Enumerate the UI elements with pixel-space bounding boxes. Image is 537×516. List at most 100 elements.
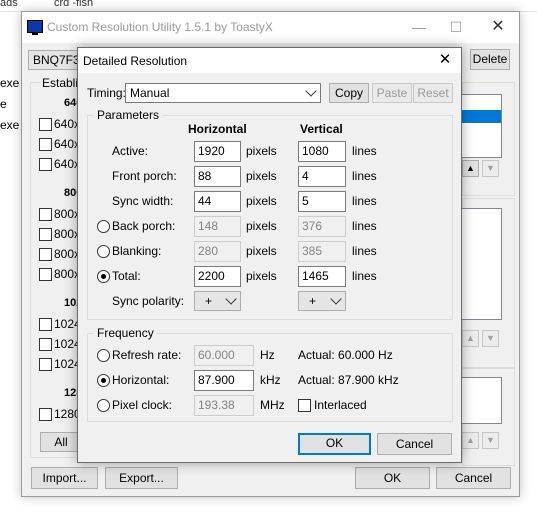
lines-unit: lines [352, 219, 377, 233]
minimize-icon[interactable]: — [405, 16, 433, 38]
total-vertical-input[interactable]: 1465 [298, 266, 346, 287]
active-label: Active: [112, 144, 149, 158]
blanking-radio[interactable] [97, 245, 110, 258]
timing-label: Timing: [87, 86, 126, 100]
lines-unit: lines [352, 144, 377, 158]
extension-list[interactable] [458, 377, 502, 424]
pixel-clock-radio[interactable] [97, 399, 110, 412]
copy-button[interactable]: Copy [329, 83, 369, 103]
back-porch-horizontal-input[interactable]: 148 [194, 216, 241, 237]
move-down-icon[interactable]: ▼ [482, 160, 499, 177]
close-icon[interactable]: ✕ [434, 50, 456, 70]
back-porch-radio[interactable] [97, 220, 110, 233]
move-up-icon[interactable]: ▲ [462, 432, 479, 449]
active-vertical-input[interactable]: 1080 [298, 141, 346, 162]
background-exe-2: e [0, 97, 7, 111]
move-down-icon[interactable]: ▼ [482, 330, 499, 347]
export-button[interactable]: Export... [105, 467, 178, 489]
pixels-unit: pixels [246, 169, 277, 183]
lines-unit: lines [352, 194, 377, 208]
background-exe-1: exe [0, 76, 20, 90]
dialog-ok-button[interactable]: OK [298, 433, 371, 455]
back-porch-vertical-input[interactable]: 376 [298, 216, 346, 237]
refresh-rate-actual: Actual: 60.000 Hz [298, 348, 393, 362]
horizontal-sync-polarity-value: + [205, 294, 213, 308]
pixels-unit: pixels [246, 194, 277, 208]
import-button[interactable]: Import... [31, 467, 98, 489]
horizontal-frequency-unit: kHz [260, 373, 281, 387]
res-checkbox[interactable] [39, 118, 52, 131]
res-checkbox[interactable] [39, 208, 52, 221]
res-checkbox[interactable] [39, 248, 52, 261]
res-checkbox[interactable] [39, 338, 52, 351]
sync-width-horizontal-input[interactable]: 44 [194, 191, 241, 212]
pixels-unit: pixels [246, 144, 277, 158]
move-up-icon[interactable]: ▲ [462, 330, 479, 347]
res-checkbox[interactable] [39, 268, 52, 281]
res-checkbox[interactable] [39, 318, 52, 331]
res-checkbox[interactable] [39, 138, 52, 151]
active-horizontal-input[interactable]: 1920 [194, 141, 241, 162]
refresh-rate-input[interactable]: 60.000 [194, 345, 254, 366]
total-radio[interactable] [97, 270, 110, 283]
pixel-clock-input[interactable]: 193.38 [194, 395, 254, 416]
blanking-horizontal-input[interactable]: 280 [194, 241, 241, 262]
close-icon[interactable]: ✕ [484, 16, 512, 38]
frequency-legend: Frequency [94, 326, 157, 340]
maximize-icon[interactable]: ☐ [442, 16, 470, 38]
interlaced-checkbox[interactable] [298, 399, 311, 412]
pixel-clock-label: Pixel clock: [112, 398, 173, 412]
chevron-down-icon [305, 85, 317, 97]
horizontal-frequency-radio[interactable] [97, 374, 110, 387]
reset-button[interactable]: Reset [413, 83, 453, 103]
move-up-icon[interactable]: ▲ [462, 160, 479, 177]
chevron-down-icon [225, 293, 237, 305]
lines-unit: lines [352, 244, 377, 258]
refresh-rate-radio[interactable] [97, 349, 110, 362]
front-porch-horizontal-input[interactable]: 88 [194, 166, 241, 187]
vertical-header: Vertical [300, 122, 343, 136]
pixels-unit: pixels [246, 269, 277, 283]
dialog-title: Detailed Resolution [83, 54, 188, 68]
total-horizontal-input[interactable]: 2200 [194, 266, 241, 287]
timing-select[interactable]: Manual [125, 83, 321, 103]
lines-unit: lines [352, 169, 377, 183]
front-porch-label: Front porch: [112, 169, 177, 183]
main-cancel-button[interactable]: Cancel [436, 467, 511, 489]
parameters-legend: Parameters [94, 108, 163, 122]
dialog-cancel-button[interactable]: Cancel [377, 433, 452, 455]
main-ok-button[interactable]: OK [355, 467, 430, 489]
pixels-unit: pixels [246, 244, 277, 258]
standard-list[interactable] [458, 208, 502, 320]
detailed-resolution-dialog: Detailed Resolution ✕ Timing: Manual Cop… [77, 47, 462, 463]
res-checkbox[interactable] [39, 358, 52, 371]
horizontal-frequency-input[interactable]: 87.900 [194, 370, 254, 391]
front-porch-vertical-input[interactable]: 4 [298, 166, 346, 187]
all-button[interactable]: All [40, 432, 82, 452]
detailed-list-selected-item[interactable] [459, 110, 501, 123]
blanking-vertical-input[interactable]: 385 [298, 241, 346, 262]
sync-width-vertical-input[interactable]: 5 [298, 191, 346, 212]
move-down-icon[interactable]: ▼ [482, 432, 499, 449]
main-window-title: Custom Resolution Utility 1.5.1 by Toast… [47, 20, 273, 34]
background-exe-3: exe [0, 118, 20, 132]
background-strip-text-2: crd -fish [54, 0, 94, 9]
res-checkbox[interactable] [39, 158, 52, 171]
pixel-clock-unit: MHz [260, 398, 285, 412]
detailed-list[interactable] [458, 94, 502, 158]
sync-polarity-label: Sync polarity: [112, 294, 185, 308]
monitor-combo[interactable]: BNQ7F33 [28, 50, 86, 70]
res-checkbox[interactable] [39, 228, 52, 241]
res-checkbox[interactable] [39, 408, 52, 421]
background-strip-text: ads [0, 0, 18, 9]
monitor-icon [27, 20, 43, 35]
timing-value: Manual [130, 86, 170, 100]
vertical-sync-polarity-select[interactable]: + [298, 291, 346, 311]
horizontal-sync-polarity-select[interactable]: + [194, 291, 241, 311]
delete-button[interactable]: Delete [470, 49, 510, 70]
blanking-label: Blanking: [112, 244, 162, 258]
paste-button[interactable]: Paste [372, 83, 412, 103]
interlaced-label: Interlaced [314, 398, 367, 412]
vertical-sync-polarity-value: + [309, 294, 317, 308]
total-label: Total: [112, 269, 141, 283]
